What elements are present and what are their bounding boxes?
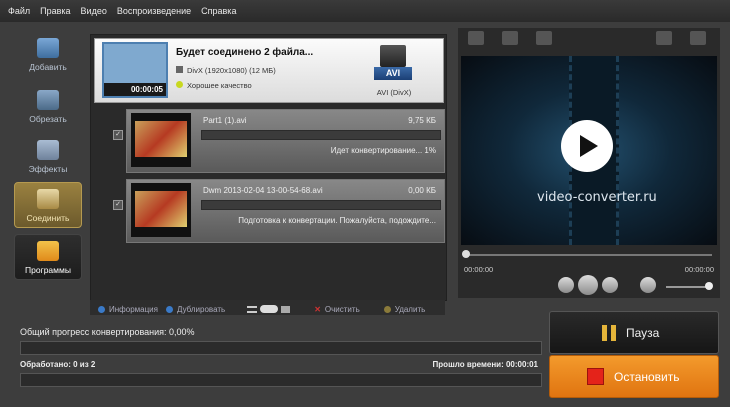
- seek-bar[interactable]: [466, 254, 712, 256]
- file-checkbox[interactable]: ✓: [113, 200, 123, 210]
- camera-icon[interactable]: [656, 31, 672, 45]
- avi-format-icon[interactable]: AVI: [374, 45, 412, 85]
- menu-edit[interactable]: Правка: [40, 6, 70, 16]
- sidebar-item-label: Добавить: [29, 62, 67, 72]
- avi-badge: AVI: [374, 67, 412, 80]
- delete-button[interactable]: Удалить: [383, 305, 425, 314]
- file-name: Part1 (1).avi: [203, 116, 247, 125]
- play-button[interactable]: [578, 275, 598, 295]
- toggle-switch[interactable]: [260, 305, 279, 313]
- filmstrip-icon[interactable]: [468, 31, 484, 45]
- delete-icon: [383, 305, 391, 313]
- pause-icon: [602, 324, 616, 341]
- sidebar-item-label: Программы: [25, 265, 71, 275]
- clear-x-icon: ✕: [314, 304, 321, 314]
- join-group-header[interactable]: 00:00:05 Будет соединено 2 файла... DivX…: [94, 38, 444, 103]
- list-view-icon: [247, 305, 258, 313]
- thumbnail-timecode: 00:00:05: [104, 83, 166, 96]
- sidebar-item-label: Обрезать: [29, 114, 67, 124]
- menu-help[interactable]: Справка: [201, 6, 236, 16]
- add-video-icon: [37, 38, 59, 58]
- file-progress-bar: [201, 130, 441, 140]
- file-item[interactable]: ✓ Part1 (1).avi 9,75 КБ Идет конвертиров…: [113, 109, 445, 173]
- volume-knob[interactable]: [705, 282, 713, 290]
- elapsed-time: Прошло времени: 00:00:01: [432, 360, 538, 369]
- rewind-icon[interactable]: [558, 277, 574, 293]
- stop-label: Остановить: [614, 369, 680, 384]
- file-progress-bar: [201, 200, 441, 210]
- sidebar-item-add[interactable]: Добавить: [14, 30, 82, 76]
- play-triangle-icon: [580, 135, 598, 157]
- fast-forward-icon[interactable]: [602, 277, 618, 293]
- total-time: 00:00:00: [684, 265, 714, 274]
- info-icon: [98, 305, 105, 313]
- programs-icon: [37, 241, 59, 261]
- format-info: DivX (1920x1080) (12 МБ): [176, 66, 276, 75]
- file-size: 9,75 КБ: [408, 116, 436, 125]
- join-icon: [37, 189, 59, 209]
- file-name: Dwm 2013-02-04 13-00-54-68.avi: [203, 186, 323, 195]
- sidebar-item-join[interactable]: Соединить: [14, 182, 82, 228]
- film-icon: [176, 66, 183, 73]
- video-watermark: video-converter.ru: [537, 190, 657, 205]
- group-thumbnail: 00:00:05: [102, 42, 168, 98]
- output-format-label: AVI (DivX): [376, 88, 412, 97]
- group-title: Будет соединено 2 файла...: [176, 47, 314, 58]
- file-progress-bar: [20, 373, 542, 387]
- seek-knob[interactable]: [462, 250, 470, 258]
- processed-count: Обработано: 0 из 2: [20, 360, 96, 369]
- stop-icon: [587, 368, 604, 385]
- quality-info: Хорошее качество: [176, 81, 252, 90]
- grid-view-icon: [281, 305, 291, 313]
- menu-bar: Файл Правка Видео Воспроизведение Справк…: [0, 0, 730, 23]
- effects-icon: [37, 140, 59, 160]
- current-time: 00:00:00: [464, 265, 494, 274]
- file-status: Идет конвертирование... 1%: [330, 146, 436, 155]
- overall-progress-bar: [20, 341, 542, 355]
- sidebar-item-effects[interactable]: Эффекты: [14, 132, 82, 178]
- stop-button[interactable]: Остановить: [549, 355, 719, 398]
- file-list-panel: 00:00:05 Будет соединено 2 файла... DivX…: [90, 34, 447, 301]
- file-thumbnail: [131, 183, 191, 237]
- info-button[interactable]: Информация: [98, 305, 158, 314]
- sidebar-item-programs[interactable]: Программы: [14, 234, 82, 280]
- sidebar-item-cut[interactable]: Обрезать: [14, 82, 82, 128]
- clear-button[interactable]: ✕ Очистить: [314, 305, 360, 314]
- menu-file[interactable]: Файл: [8, 6, 30, 16]
- duplicate-button[interactable]: Дублировать: [165, 305, 225, 314]
- sidebar-item-label: Соединить: [26, 213, 70, 223]
- pause-label: Пауза: [626, 325, 660, 340]
- brightness-icon[interactable]: [536, 31, 552, 45]
- volume-slider[interactable]: [666, 286, 710, 288]
- duplicate-icon: [165, 305, 173, 313]
- file-checkbox[interactable]: ✓: [113, 130, 123, 140]
- view-toggle[interactable]: [247, 305, 291, 313]
- file-size: 0,00 КБ: [408, 186, 436, 195]
- crop-icon[interactable]: [502, 31, 518, 45]
- menu-video[interactable]: Видео: [81, 6, 107, 16]
- pause-button[interactable]: Пауза: [549, 311, 719, 354]
- overall-progress-label: Общий прогресс конвертирования: 0,00%: [20, 327, 195, 337]
- video-preview[interactable]: video-converter.ru: [461, 56, 717, 245]
- main-window: Добавить Обрезать Эффекты Соединить Прог…: [0, 22, 730, 407]
- file-status: Подготовка к конвертации. Пожалуйста, по…: [238, 216, 436, 225]
- progress-area: Общий прогресс конвертирования: 0,00% Об…: [8, 315, 544, 399]
- volume-icon[interactable]: [640, 277, 656, 293]
- file-item[interactable]: ✓ Dwm 2013-02-04 13-00-54-68.avi 0,00 КБ…: [113, 179, 445, 243]
- sidebar-item-label: Эффекты: [28, 164, 68, 174]
- preview-panel: video-converter.ru 00:00:00 00:00:00: [458, 28, 720, 298]
- file-thumbnail: [131, 113, 191, 167]
- quality-dot-icon: [176, 81, 183, 88]
- fullscreen-icon[interactable]: [690, 31, 706, 45]
- menu-playback[interactable]: Воспроизведение: [117, 6, 191, 16]
- cut-icon: [37, 90, 59, 110]
